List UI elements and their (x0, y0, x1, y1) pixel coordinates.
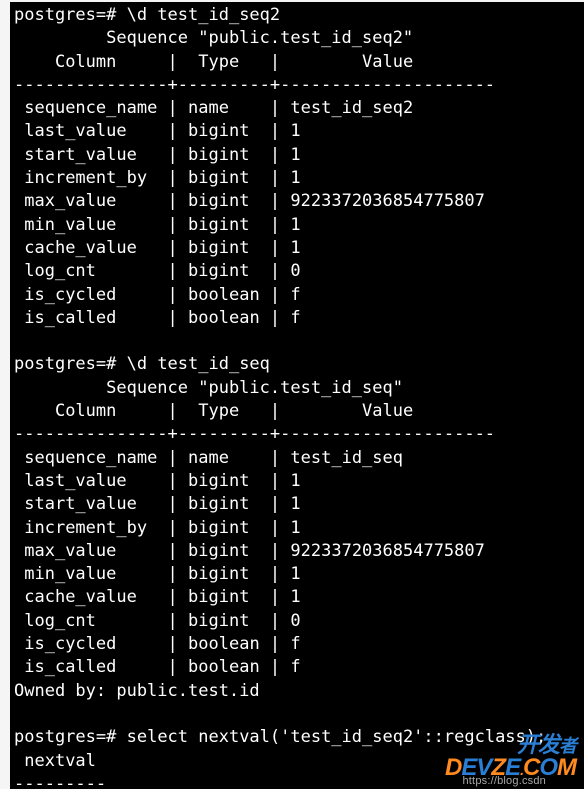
seq2-row4-type: bigint (188, 191, 249, 211)
seq2-row8-value: f (290, 285, 300, 305)
seq2-row5-value: 1 (290, 215, 300, 235)
command-d-seq: \d test_id_seq (127, 354, 270, 374)
seq2-row3-value: 1 (290, 168, 300, 188)
seq-row5-col: min_value (24, 564, 116, 584)
seq2-row8-type: boolean (188, 285, 260, 305)
seq-row6-value: 1 (290, 587, 300, 607)
seq2-row9-type: boolean (188, 308, 260, 328)
seq-row3-type: bigint (188, 518, 249, 538)
header-value: Value (362, 52, 413, 72)
seq2-row1-col: last_value (24, 121, 126, 141)
seq2-row9-col: is_called (24, 308, 116, 328)
prompt: postgres=# (14, 727, 116, 747)
watermark-logo: 开发者 DEVZE.COM (445, 734, 576, 781)
seq-row4-col: max_value (24, 541, 116, 561)
prompt: postgres=# (14, 5, 116, 25)
seq2-row6-type: bigint (188, 238, 249, 258)
seq-row9-type: boolean (188, 657, 260, 677)
seq2-row6-value: 1 (290, 238, 300, 258)
seq-row3-value: 1 (290, 518, 300, 538)
header-type: Type (198, 52, 239, 72)
seq-row7-col: log_cnt (24, 611, 96, 631)
seq-row7-value: 0 (290, 611, 300, 631)
seq-row2-type: bigint (188, 494, 249, 514)
seq2-row7-value: 0 (290, 261, 300, 281)
seq-row5-type: bigint (188, 564, 249, 584)
seq-row9-col: is_called (24, 657, 116, 677)
owned-by: Owned by: public.test.id (14, 681, 260, 701)
terminal-output[interactable]: postgres=# \d test_id_seq2 Sequence "pub… (0, 0, 584, 789)
seq-row0-value: test_id_seq (290, 448, 403, 468)
seq-row6-col: cache_value (24, 587, 137, 607)
seq2-row3-type: bigint (188, 168, 249, 188)
header-column: Column (55, 52, 116, 72)
seq2-row0-col: sequence_name (24, 98, 157, 118)
seq2-row4-col: max_value (24, 191, 116, 211)
seq2-title: Sequence "public.test_id_seq2" (106, 28, 413, 48)
seq-row0-type: name (188, 448, 229, 468)
seq2-row4-value: 9223372036854775807 (290, 191, 484, 211)
seq2-row1-value: 1 (290, 121, 300, 141)
header-value: Value (362, 401, 413, 421)
prompt: postgres=# (14, 354, 116, 374)
seq-row8-col: is_cycled (24, 634, 116, 654)
seq-row8-type: boolean (188, 634, 260, 654)
seq-row1-value: 1 (290, 471, 300, 491)
seq-row0-col: sequence_name (24, 448, 157, 468)
seq2-row5-type: bigint (188, 215, 249, 235)
seq2-row2-type: bigint (188, 145, 249, 165)
seq-row9-value: f (290, 657, 300, 677)
seq2-row0-value: test_id_seq2 (290, 98, 413, 118)
seq-row3-col: increment_by (24, 518, 147, 538)
seq2-row0-type: name (188, 98, 229, 118)
seq-row6-type: bigint (188, 587, 249, 607)
seq-row1-type: bigint (188, 471, 249, 491)
seq-row2-value: 1 (290, 494, 300, 514)
header-column: Column (55, 401, 116, 421)
header-type: Type (198, 401, 239, 421)
watermark-url: https://blog.csdn (462, 775, 546, 787)
result-dashes: --------- (14, 774, 106, 789)
seq-row4-value: 9223372036854775807 (290, 541, 484, 561)
seq2-row6-col: cache_value (24, 238, 137, 258)
seq2-row9-value: f (290, 308, 300, 328)
command-d-seq2: \d test_id_seq2 (127, 5, 281, 25)
seq-row1-col: last_value (24, 471, 126, 491)
seq-row5-value: 1 (290, 564, 300, 584)
seq2-row5-col: min_value (24, 215, 116, 235)
seq-row8-value: f (290, 634, 300, 654)
seq2-row1-type: bigint (188, 121, 249, 141)
seq-title: Sequence "public.test_id_seq" (106, 378, 403, 398)
seq2-row7-type: bigint (188, 261, 249, 281)
seq2-row2-value: 1 (290, 145, 300, 165)
seq-row2-col: start_value (24, 494, 137, 514)
seq2-row2-col: start_value (24, 145, 137, 165)
seq2-row3-col: increment_by (24, 168, 147, 188)
seq2-row7-col: log_cnt (24, 261, 96, 281)
seq2-row8-col: is_cycled (24, 285, 116, 305)
seq-row4-type: bigint (188, 541, 249, 561)
seq-row7-type: bigint (188, 611, 249, 631)
result-header: nextval (24, 751, 96, 771)
